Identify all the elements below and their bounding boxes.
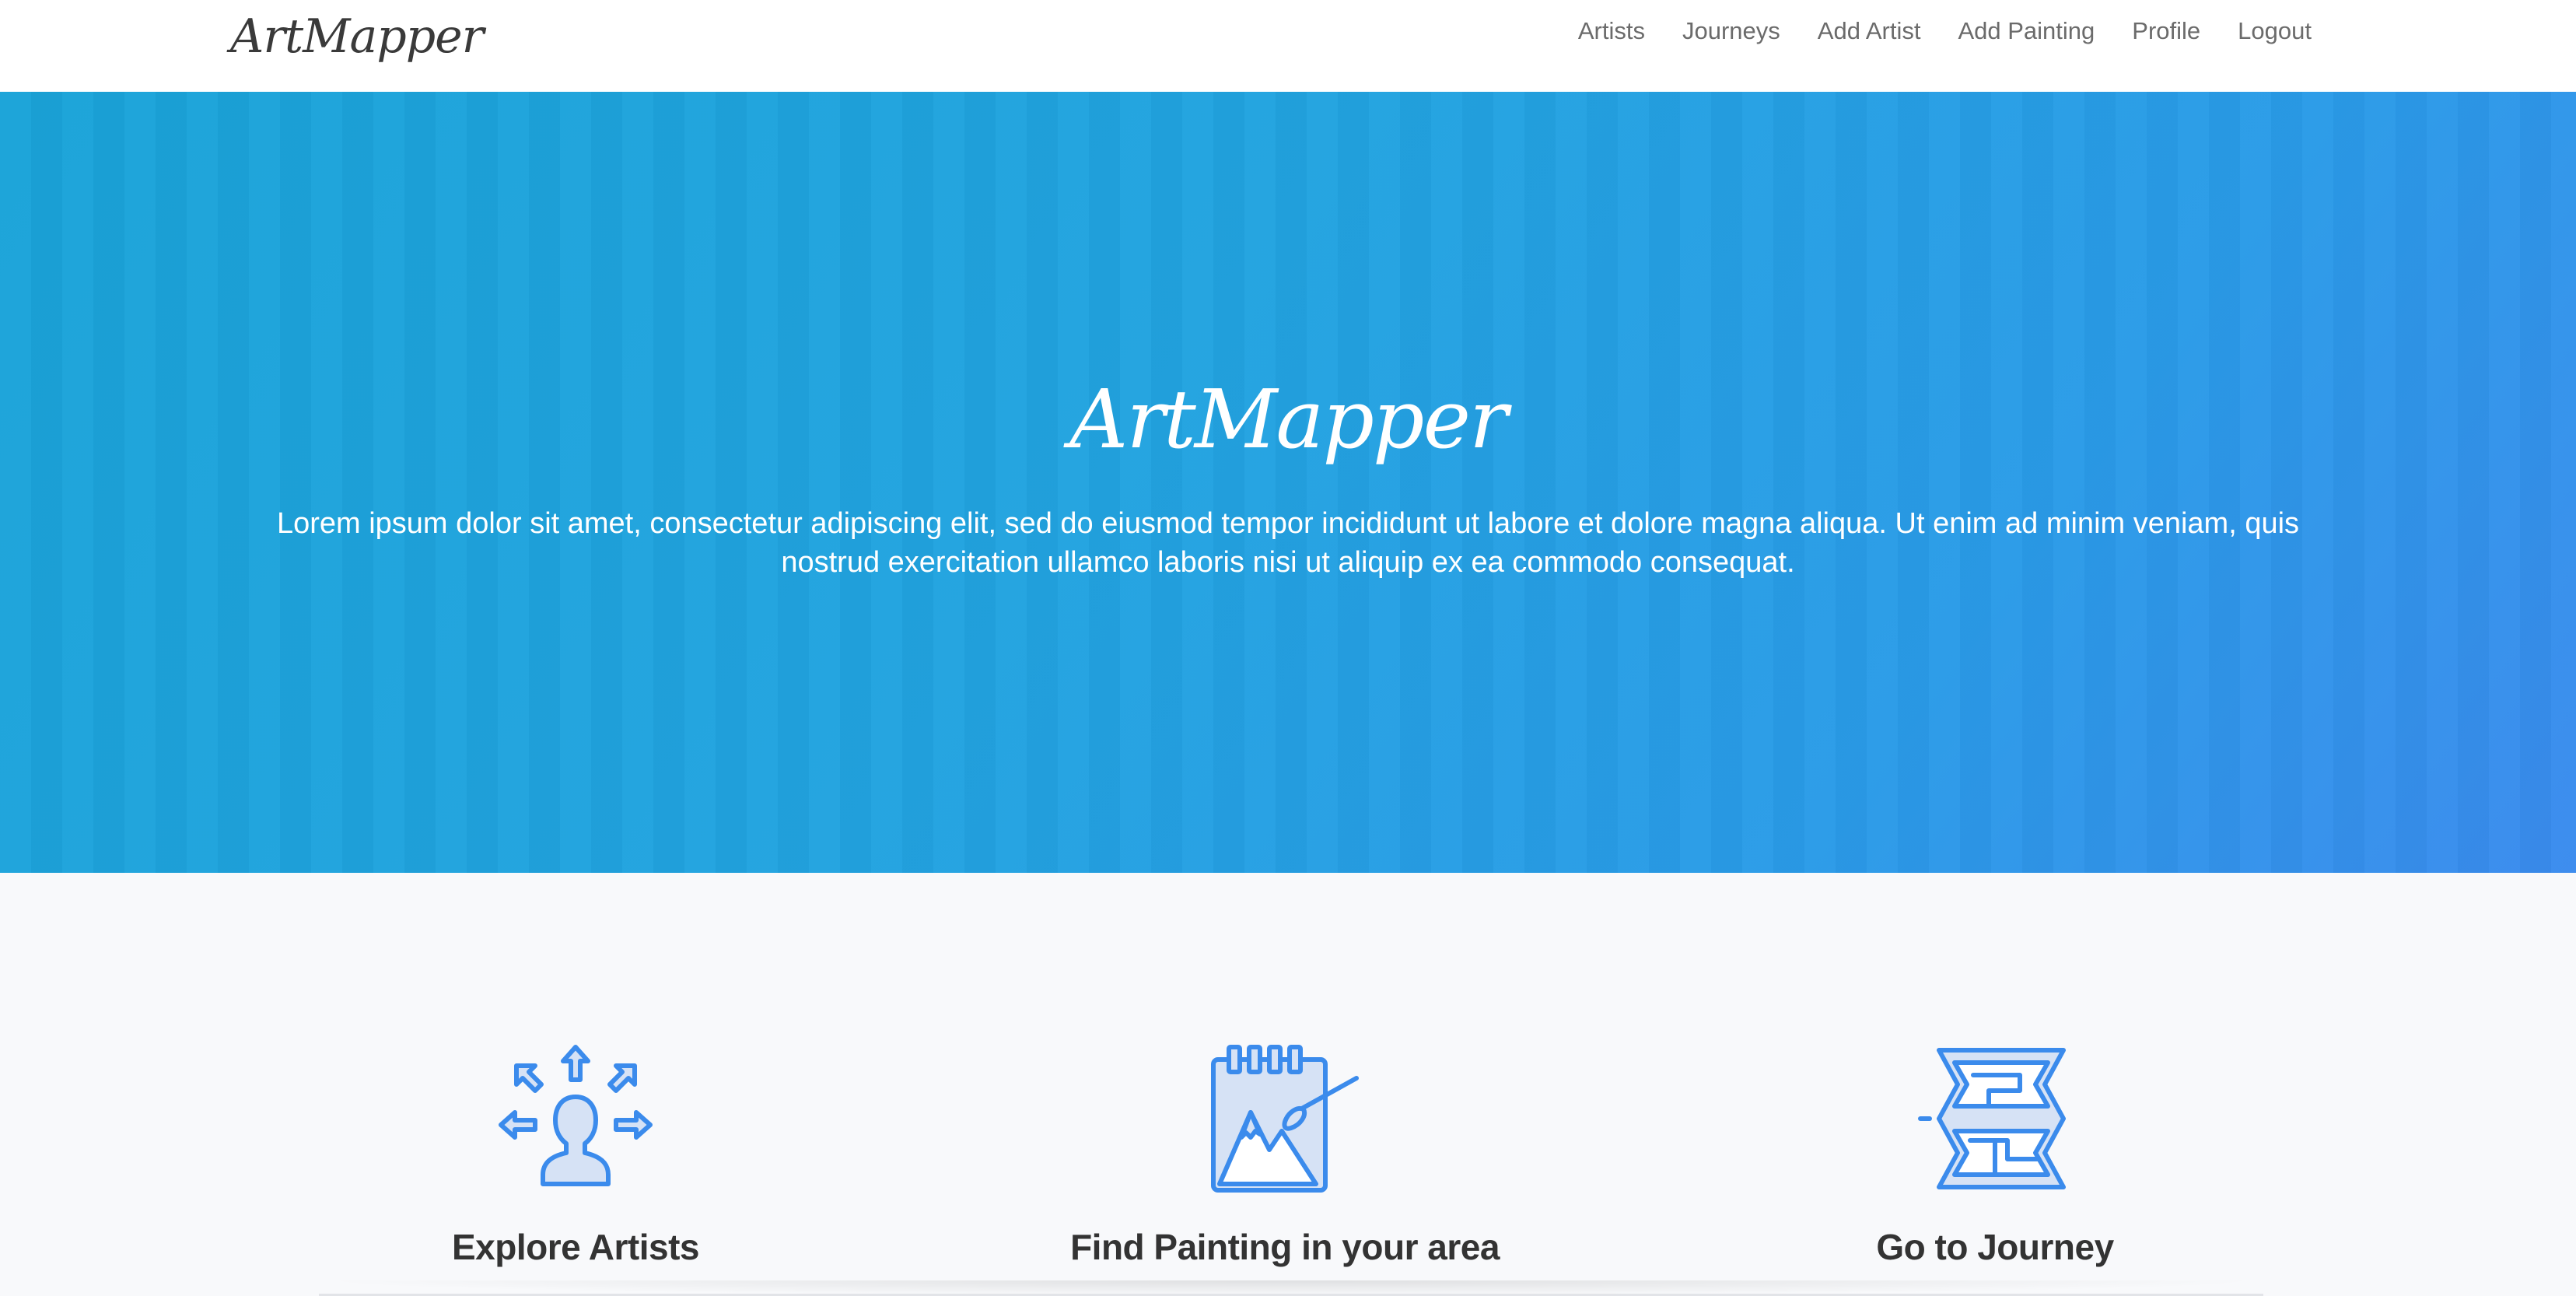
feature-go-to-journey[interactable]: Go to Journey	[1684, 1044, 2306, 1268]
nav-add-painting[interactable]: Add Painting	[1958, 17, 2095, 45]
nav-artists[interactable]: Artists	[1578, 17, 1645, 45]
folded-map-icon	[1918, 1048, 2066, 1189]
feature-explore-artists[interactable]: Explore Artists	[264, 1044, 887, 1268]
nav-menu: Artists Journeys Add Artist Add Painting…	[1578, 17, 2312, 45]
person-arrows-icon	[499, 1045, 653, 1186]
features-section: Explore Artists Find Painting in your ar…	[0, 873, 2576, 1296]
nav-profile[interactable]: Profile	[2132, 17, 2200, 45]
sketchbook-painting-icon	[1211, 1045, 1359, 1193]
navbar: ArtMapper Artists Journeys Add Artist Ad…	[0, 0, 2576, 92]
brand-logo[interactable]: ArtMapper	[230, 9, 484, 64]
nav-logout[interactable]: Logout	[2238, 17, 2312, 45]
feature-title: Go to Journey	[1876, 1227, 2114, 1267]
hero-banner: ArtMapper Lorem ipsum dolor sit amet, co…	[0, 92, 2576, 873]
nav-journeys[interactable]: Journeys	[1682, 17, 1780, 45]
hero-texture	[0, 92, 2576, 873]
nav-add-artist[interactable]: Add Artist	[1818, 17, 1921, 45]
hero-description: Lorem ipsum dolor sit amet, consectetur …	[276, 507, 2300, 579]
feature-title: Find Painting in your area	[1070, 1227, 1500, 1267]
hero-title: ArtMapper	[1069, 372, 1508, 467]
feature-find-painting[interactable]: Find Painting in your area	[974, 1044, 1596, 1268]
feature-title: Explore Artists	[451, 1227, 700, 1267]
